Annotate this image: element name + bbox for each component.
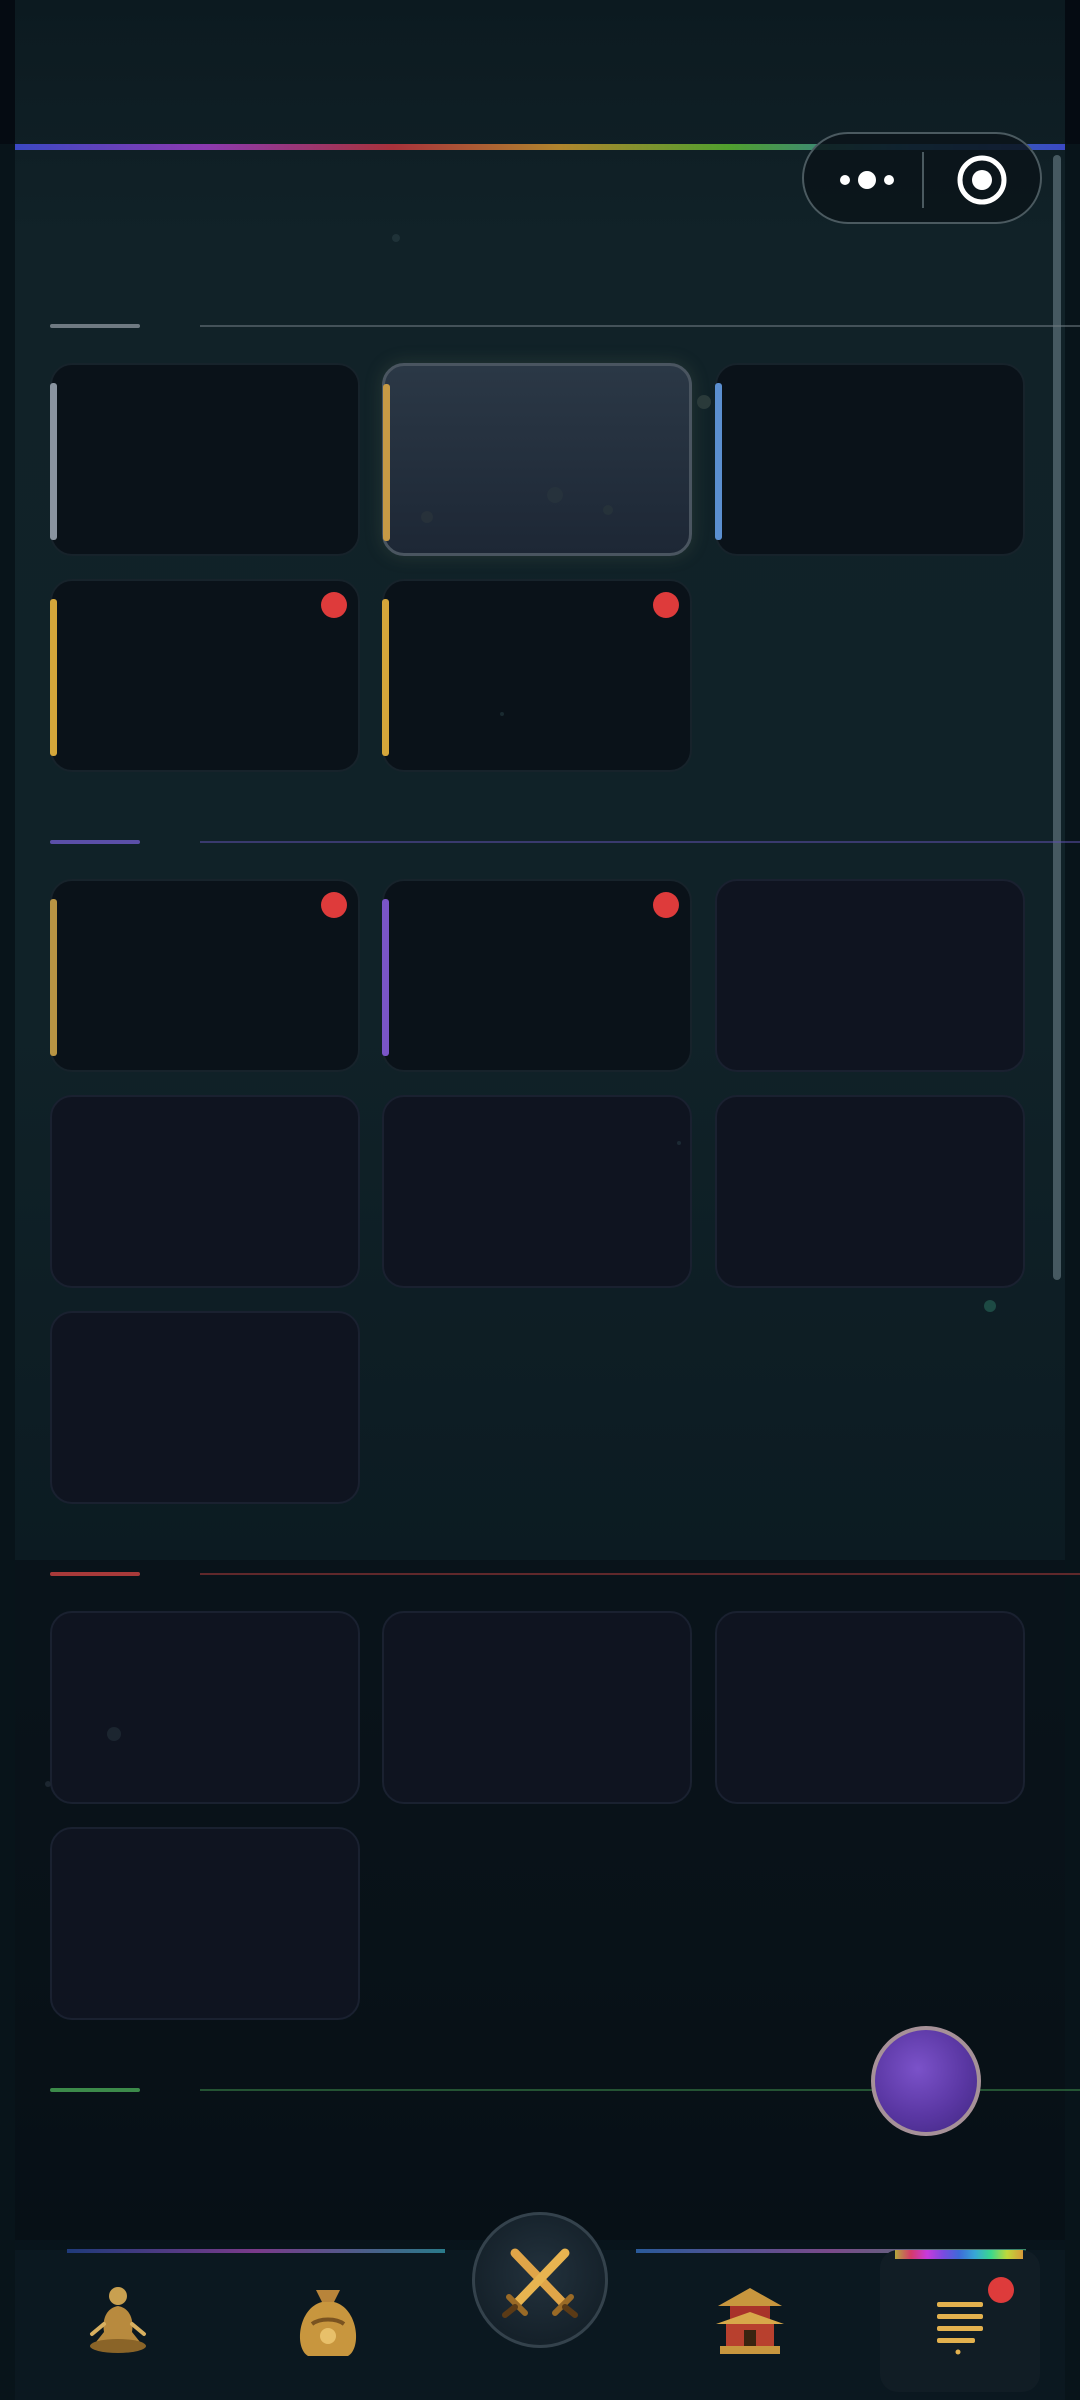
feature-card[interactable] bbox=[715, 1611, 1025, 1804]
meditation-figure-icon bbox=[90, 2287, 146, 2353]
feature-card[interactable] bbox=[382, 1095, 692, 1288]
notification-dot bbox=[653, 592, 679, 618]
feature-card[interactable] bbox=[50, 363, 360, 556]
section-accent bbox=[50, 324, 140, 328]
pagoda-icon bbox=[716, 2288, 784, 2354]
section-rule bbox=[200, 325, 1080, 327]
section-accent bbox=[50, 840, 140, 844]
feature-card[interactable] bbox=[50, 1827, 360, 2020]
notification-dot bbox=[321, 592, 347, 618]
mini-program-capsule bbox=[802, 132, 1042, 224]
notification-dot bbox=[321, 892, 347, 918]
tab-meditation[interactable] bbox=[58, 2262, 178, 2382]
feature-card[interactable] bbox=[50, 579, 360, 772]
feature-card[interactable] bbox=[382, 1611, 692, 1804]
decorative-speck bbox=[984, 1300, 996, 1312]
section-divider-2 bbox=[50, 840, 1080, 844]
feature-card[interactable] bbox=[382, 879, 692, 1072]
tab-treasure[interactable] bbox=[268, 2262, 388, 2382]
scrollbar[interactable] bbox=[1053, 155, 1061, 1280]
rarity-bar bbox=[382, 899, 389, 1056]
decorative-speck bbox=[45, 1781, 51, 1787]
decorative-speck bbox=[392, 234, 400, 242]
rarity-bar bbox=[50, 599, 57, 756]
rarity-bar bbox=[383, 384, 390, 541]
rarity-bar bbox=[50, 383, 57, 540]
feature-card[interactable] bbox=[50, 1311, 360, 1504]
rarity-bar bbox=[382, 599, 389, 756]
section-rule bbox=[200, 1573, 1080, 1575]
rarity-bar bbox=[50, 899, 57, 1056]
capsule-divider bbox=[922, 152, 924, 208]
section-accent bbox=[50, 1572, 140, 1576]
rainbow-bar-badge bbox=[895, 2250, 1023, 2259]
more-button[interactable] bbox=[836, 154, 904, 206]
section-accent bbox=[50, 2088, 140, 2092]
tab-battle[interactable] bbox=[472, 2212, 608, 2348]
floating-orb-button[interactable] bbox=[871, 2026, 981, 2136]
crossed-swords-icon bbox=[502, 2248, 578, 2318]
rarity-bar bbox=[715, 383, 722, 540]
target-close-icon bbox=[957, 155, 1007, 205]
more-dots-icon bbox=[840, 175, 850, 185]
feature-card[interactable] bbox=[382, 363, 692, 556]
close-button[interactable] bbox=[956, 154, 1008, 206]
section-divider-3 bbox=[50, 1572, 1080, 1576]
decorative-speck bbox=[547, 487, 563, 503]
decorative-speck bbox=[107, 1727, 121, 1741]
section-divider-1 bbox=[50, 324, 1080, 328]
tab-pagoda[interactable] bbox=[690, 2262, 810, 2382]
decorative-speck bbox=[500, 712, 504, 716]
decorative-speck bbox=[603, 505, 613, 515]
notification-dot bbox=[653, 892, 679, 918]
feature-card[interactable] bbox=[715, 879, 1025, 1072]
decorative-speck bbox=[677, 1141, 681, 1145]
feature-card[interactable] bbox=[715, 1095, 1025, 1288]
feature-card[interactable] bbox=[382, 579, 692, 772]
feature-card[interactable] bbox=[50, 1611, 360, 1804]
nav-glow-line-left bbox=[67, 2249, 445, 2253]
menu-notification-dot bbox=[988, 2277, 1014, 2303]
section-rule bbox=[200, 841, 1080, 843]
treasure-bag-icon bbox=[299, 2290, 357, 2356]
decorative-speck bbox=[421, 511, 433, 523]
feature-card[interactable] bbox=[715, 363, 1025, 556]
feature-card[interactable] bbox=[50, 879, 360, 1072]
decorative-speck bbox=[697, 395, 711, 409]
feature-card[interactable] bbox=[50, 1095, 360, 1288]
